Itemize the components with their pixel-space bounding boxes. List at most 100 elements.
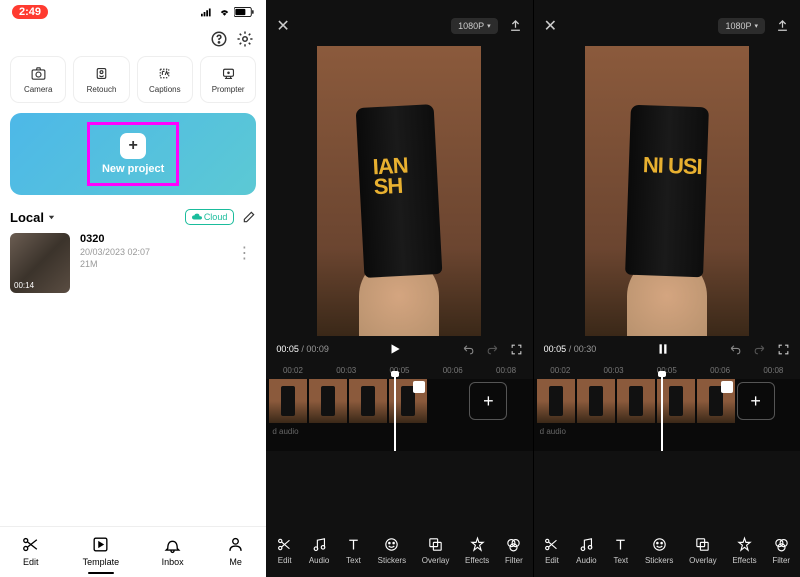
close-button[interactable]: ✕ [276,16,289,36]
tool-stickers[interactable]: Stickers [645,536,673,565]
tool-overlay[interactable]: Overlay [689,536,717,565]
resolution-button[interactable]: 1080P▾ [718,18,765,34]
video-preview[interactable]: IAN SH [266,46,532,336]
local-dropdown[interactable]: Local [10,210,56,225]
tool-effects[interactable]: Effects [732,536,756,565]
signal-icon [201,7,215,17]
playhead[interactable] [394,373,396,451]
tool-audio[interactable]: Audio [576,536,596,565]
tab-edit[interactable]: Edit [21,535,40,567]
time-display: 00:05 / 00:09 [276,344,329,354]
tool-filter[interactable]: Filter [772,536,790,565]
tab-inbox[interactable]: Inbox [162,535,184,567]
tool-edit[interactable]: Edit [276,536,293,565]
editor-header: ✕ 1080P▾ [266,0,532,46]
music-icon [311,536,328,553]
filter-icon [505,536,522,553]
project-item[interactable]: 00:14 0320 20/03/2023 02:07 21M ⋮ [0,233,266,293]
cloud-badge[interactable]: Cloud [185,209,235,225]
clip-thumb[interactable] [697,379,735,423]
project-duration: 00:14 [14,281,34,290]
video-preview[interactable]: NI USI [534,46,800,336]
template-icon [91,535,110,554]
status-time: 2:49 [12,5,48,19]
tool-effects[interactable]: Effects [465,536,489,565]
tool-stickers[interactable]: Stickers [378,536,406,565]
video-track[interactable]: + [266,379,532,423]
new-project-highlight: + New project [87,122,179,186]
audio-track-label[interactable]: d audio [534,423,800,440]
chevron-down-icon [47,213,56,222]
pause-button[interactable] [656,342,670,356]
settings-icon[interactable] [236,30,254,48]
clip-thumb[interactable] [617,379,655,423]
project-meta: 0320 20/03/2023 02:07 21M [80,233,222,269]
tool-label: Retouch [87,85,117,94]
tab-template[interactable]: Template [83,535,120,567]
tab-me[interactable]: Me [226,535,245,567]
timeline-ruler: 00:0200:0300:0500:0600:08 [266,362,532,379]
undo-icon[interactable] [729,343,742,356]
editor-tools: Edit Audio Text Stickers Overlay Effects… [534,526,800,577]
export-icon[interactable] [775,19,790,34]
tool-filter[interactable]: Filter [505,536,523,565]
overlay-icon [427,536,444,553]
resolution-button[interactable]: 1080P▾ [451,18,498,34]
fullscreen-icon[interactable] [510,343,523,356]
tool-captions[interactable]: Captions [137,56,193,103]
tool-edit[interactable]: Edit [543,536,560,565]
new-project-label: New project [102,163,164,175]
timeline[interactable]: + d audio [266,379,532,451]
clip-thumb[interactable] [309,379,347,423]
tool-retouch[interactable]: Retouch [73,56,129,103]
editor-header: ✕ 1080P▾ [534,0,800,46]
clip-thumb[interactable] [577,379,615,423]
clip-thumb[interactable] [537,379,575,423]
time-display: 00:05 / 00:30 [544,344,597,354]
edit-icon[interactable] [242,210,256,224]
tool-text[interactable]: Text [345,536,362,565]
timeline-ruler: 00:0200:0300:0500:0600:08 [534,362,800,379]
tool-label: Camera [24,85,52,94]
editor-screen-a: ✕ 1080P▾ IAN SH 00:05 / 00:09 00:0200:03… [266,0,532,577]
play-controls: 00:05 / 00:30 [534,336,800,362]
scissors-icon [276,536,293,553]
effects-icon [736,536,753,553]
undo-icon[interactable] [462,343,475,356]
camera-icon [30,65,47,82]
music-icon [578,536,595,553]
help-icon[interactable] [210,30,228,48]
tool-prompter[interactable]: Prompter [200,56,256,103]
tool-overlay[interactable]: Overlay [422,536,450,565]
new-project-card[interactable]: + New project [10,113,256,195]
export-icon[interactable] [508,19,523,34]
project-more-button[interactable]: ⋮ [232,233,256,263]
retouch-icon [93,65,110,82]
video-track[interactable]: + [534,379,800,423]
status-bar: 2:49 [0,0,266,24]
audio-track-label[interactable]: d audio [266,423,532,440]
playhead[interactable] [661,373,663,451]
redo-icon[interactable] [486,343,499,356]
filter-icon [773,536,790,553]
project-date: 20/03/2023 02:07 [80,247,222,257]
tool-audio[interactable]: Audio [309,536,329,565]
add-clip-button[interactable]: + [737,382,775,420]
play-button[interactable] [388,342,402,356]
redo-icon[interactable] [753,343,766,356]
add-clip-button[interactable]: + [469,382,507,420]
clip-thumb[interactable] [349,379,387,423]
tool-text[interactable]: Text [612,536,629,565]
top-actions [0,24,266,56]
timeline[interactable]: + d audio [534,379,800,451]
project-thumbnail: 00:14 [10,233,70,293]
editor-tools: Edit Audio Text Stickers Overlay Effects… [266,526,532,577]
close-button[interactable]: ✕ [544,16,557,36]
captions-icon [156,65,173,82]
tool-label: Prompter [212,85,245,94]
preview-frame: IAN SH [317,46,481,336]
tool-camera[interactable]: Camera [10,56,66,103]
clip-thumb[interactable] [269,379,307,423]
scissors-icon [543,536,560,553]
fullscreen-icon[interactable] [777,343,790,356]
